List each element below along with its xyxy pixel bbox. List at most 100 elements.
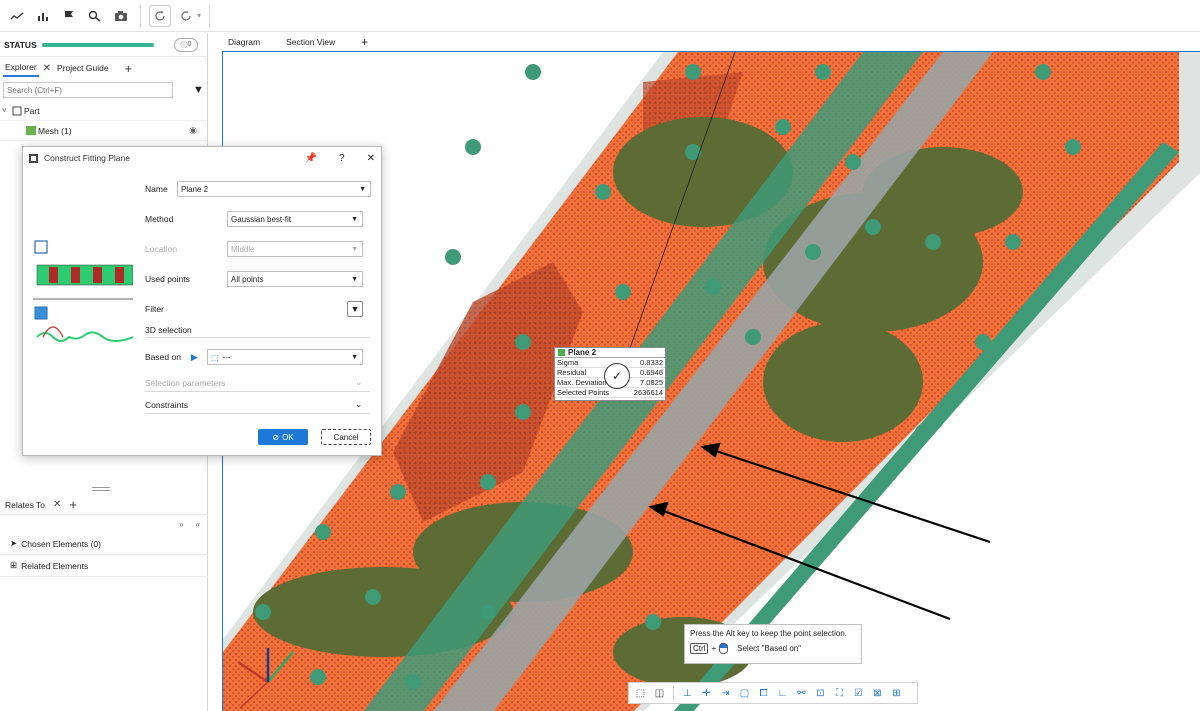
based-on-value: --- (222, 352, 231, 362)
selection-params-row: Selection parameters ⌄ (145, 377, 371, 388)
mouse-icon (719, 643, 729, 654)
selection-icon: ⬚ (211, 352, 219, 362)
info-icon[interactable]: ⓘ 0 (174, 37, 198, 52)
plane-label-row: Selected Points 2636614 (555, 388, 665, 398)
chevron-down-icon[interactable]: ⌄ (355, 399, 363, 410)
selection-label: 3D selection (145, 325, 192, 335)
cursor-icon: ➤ (10, 538, 18, 548)
ok-label: OK (282, 432, 294, 442)
checkmark-icon[interactable]: ✓ (604, 363, 630, 389)
tab-section-view[interactable]: Section View (286, 37, 335, 47)
add-tab-icon[interactable]: + (69, 497, 77, 512)
tab-relates-to[interactable]: Relates To (3, 497, 47, 513)
plane-label[interactable]: Plane 2 Sigma 0.8332 Residual 0.6946 Max. … (554, 347, 666, 401)
tab-explorer[interactable]: Explorer (3, 59, 39, 77)
search-icon[interactable] (84, 5, 106, 27)
used-points-row: Used points All points ▼ (145, 271, 371, 287)
search-row: ▼ (0, 79, 207, 101)
cancel-label: Cancel (333, 432, 359, 442)
selection-params-label: Selection parameters (145, 377, 226, 388)
frame-select-icon[interactable]: ⊡ (813, 686, 828, 701)
based-on-text: Based on (145, 352, 181, 362)
angle-select-icon[interactable]: ∟ (775, 686, 790, 701)
method-value: Gaussian best-fit (231, 214, 292, 224)
pin-icon[interactable]: 📌 (305, 153, 317, 164)
location-label: Location (145, 244, 178, 254)
constraints-label: Constraints (145, 399, 188, 410)
tree-item-part[interactable]: ˅ Part (0, 101, 207, 121)
curve-icon[interactable] (6, 5, 28, 27)
filter-icon[interactable]: ▼ (347, 301, 363, 317)
chevron-down-icon[interactable]: ▾ (197, 11, 201, 20)
split-select-icon[interactable]: ◫ (652, 686, 667, 701)
link-select-icon[interactable]: ⚯ (794, 686, 809, 701)
dialog-header[interactable]: Construct Fitting Plane 📌 ? ✕ (23, 147, 381, 169)
expand-select-icon[interactable]: ⛶ (832, 686, 847, 701)
add-tab-icon[interactable]: + (125, 61, 133, 76)
tab-project-guide[interactable]: Project Guide (55, 60, 111, 76)
help-icon[interactable]: ? (339, 153, 345, 164)
close-icon[interactable]: ✕ (53, 499, 61, 510)
toolbar-divider (673, 686, 674, 700)
status-info-count: 0 (187, 41, 192, 48)
chevron-down-icon: ▼ (359, 185, 366, 193)
based-on-select[interactable]: ⬚ --- ▼ (207, 349, 363, 365)
row-value: 2636614 (633, 388, 663, 397)
used-points-select[interactable]: All points ▼ (227, 271, 363, 287)
toolbar-divider (209, 4, 211, 27)
check-circle-icon: ⊘ (272, 432, 280, 442)
method-row: Method Gaussian best-fit ▼ (145, 211, 371, 227)
lasso-select-icon[interactable]: ⬚ (633, 686, 648, 701)
method-select[interactable]: Gaussian best-fit ▼ (227, 211, 363, 227)
status-progress-bar (42, 42, 154, 47)
window-icon (29, 153, 38, 163)
bar-chart-icon[interactable] (32, 5, 54, 27)
plus-sign: + (711, 644, 717, 653)
plane-select-icon[interactable]: ✛ (699, 686, 714, 701)
related-elements-item[interactable]: ⊞ Related Elements (0, 555, 208, 577)
name-label: Name (145, 184, 168, 194)
close-icon[interactable]: ✕ (367, 153, 375, 164)
relates-tabs: Relates To ✕ + (0, 495, 208, 515)
add-tab-icon[interactable]: + (361, 35, 368, 49)
status-label: STATUS (4, 39, 37, 50)
name-field[interactable]: Plane 2 ▼ (177, 181, 371, 197)
cancel-button[interactable]: Cancel (321, 429, 371, 445)
play-icon[interactable]: ▶ (191, 352, 198, 363)
search-input[interactable] (3, 82, 173, 98)
chevron-down-icon[interactable]: ˅ (2, 106, 12, 115)
panel-splitter[interactable] (92, 487, 110, 491)
chevron-down-icon[interactable]: ⌄ (355, 377, 363, 388)
plane-icon (558, 349, 565, 356)
grid-select-icon[interactable]: ⊞ (889, 686, 904, 701)
polygon-select-icon[interactable]: ⧠ (756, 686, 771, 701)
section-divider (145, 413, 370, 414)
check-select-icon[interactable]: ☑ (851, 686, 866, 701)
construct-fitting-plane-dialog: Construct Fitting Plane 📌 ? ✕ Name Plane… (22, 146, 382, 456)
collapse-all-icon[interactable]: « (196, 520, 200, 529)
filter-icon[interactable]: ▼ (193, 84, 204, 96)
row-value: 0.6946 (640, 368, 663, 377)
tree-item-label: Part (24, 105, 40, 116)
redo-icon[interactable] (175, 5, 197, 27)
expand-all-icon[interactable]: » (179, 520, 183, 529)
illustration-panel (33, 240, 133, 342)
row-value: 0.8332 (640, 358, 663, 367)
rectangle-select-icon[interactable]: ▢ (737, 686, 752, 701)
eye-icon[interactable]: ◉ (189, 125, 197, 136)
close-icon[interactable]: ✕ (43, 63, 51, 74)
dialog-title: Construct Fitting Plane (44, 153, 130, 163)
camera-icon[interactable] (110, 5, 132, 27)
tree-item-mesh[interactable]: Mesh (1) ◉ (0, 121, 207, 141)
ok-button[interactable]: ⊘ OK (258, 429, 308, 445)
invert-select-icon[interactable]: ⊠ (870, 686, 885, 701)
name-value: Plane 2 (181, 184, 209, 194)
based-on-row: Based on ▶ ⬚ --- ▼ (145, 349, 371, 365)
refresh-icon[interactable] (149, 4, 171, 27)
chosen-elements-item[interactable]: ➤ Chosen Elements (0) (0, 533, 208, 555)
plane-small-icon (34, 240, 48, 254)
patch-select-icon[interactable]: ⇥ (718, 686, 733, 701)
surface-select-icon[interactable]: ⊥ (680, 686, 695, 701)
flag-icon[interactable] (58, 5, 80, 27)
tab-diagram[interactable]: Diagram (228, 37, 260, 47)
